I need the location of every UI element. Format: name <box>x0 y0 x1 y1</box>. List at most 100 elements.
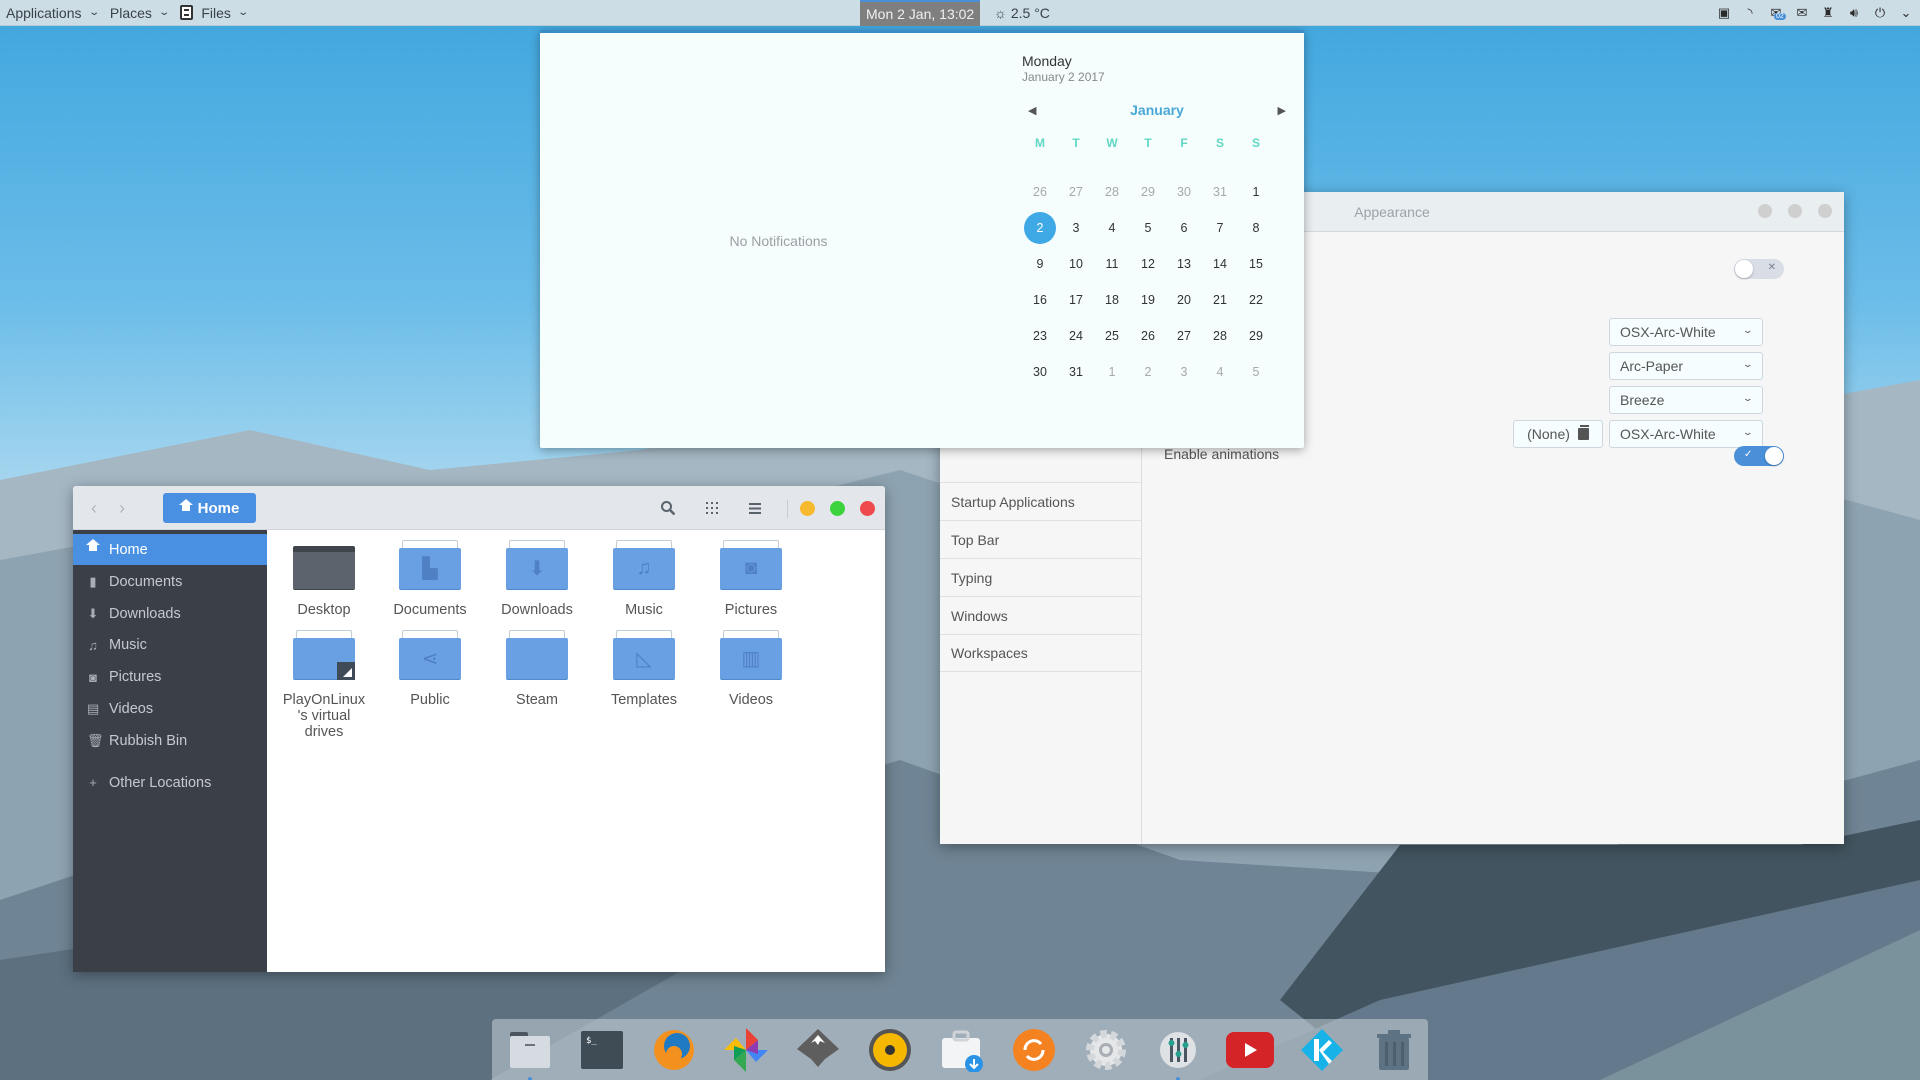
calendar-day[interactable]: 3 <box>1058 210 1094 246</box>
forward-button[interactable]: › <box>119 498 125 519</box>
sidebar-item-pictures[interactable]: ◙ Pictures <box>73 662 267 693</box>
next-month-icon[interactable]: ▶ <box>1278 104 1286 117</box>
rhythmbox-app-icon[interactable] <box>866 1026 914 1074</box>
calendar-day[interactable]: 28 <box>1094 174 1130 210</box>
power-icon[interactable]: ⏻ <box>1872 5 1888 21</box>
calendar-day[interactable]: 1 <box>1238 174 1274 210</box>
file-item[interactable]: ◙ Pictures <box>698 540 804 618</box>
calendar-day[interactable]: 26 <box>1022 174 1058 210</box>
calendar-day[interactable]: 4 <box>1202 354 1238 390</box>
cursor-theme-select[interactable]: Arc-Paper ⌄ <box>1609 352 1763 380</box>
sidebar-item-workspaces[interactable]: Workspaces <box>940 634 1141 672</box>
youtube-app-icon[interactable] <box>1226 1026 1274 1074</box>
sidebar-item-rubbish-bin[interactable]: 🗑︎ Rubbish Bin <box>73 725 267 756</box>
update-app-icon[interactable] <box>1010 1026 1058 1074</box>
view-toggle-button[interactable] <box>702 498 722 518</box>
sidebar-item-windows[interactable]: Windows <box>940 596 1141 634</box>
dark-theme-toggle[interactable]: ✕ <box>1734 259 1784 279</box>
applications-menu[interactable]: Applications ⌄ <box>0 0 104 26</box>
calendar-day[interactable]: 30 <box>1022 354 1058 390</box>
calendar-day[interactable]: 14 <box>1202 246 1238 282</box>
calendar-day[interactable]: 26 <box>1130 318 1166 354</box>
sidebar-item-typing[interactable]: Typing <box>940 558 1141 596</box>
calendar-day[interactable]: 3 <box>1166 354 1202 390</box>
calendar-day[interactable]: 23 <box>1022 318 1058 354</box>
file-item[interactable]: Desktop <box>271 540 377 618</box>
calendar-day[interactable]: 31 <box>1058 354 1094 390</box>
file-item[interactable]: ▥ Videos <box>698 630 804 708</box>
sidebar-item-videos[interactable]: ▤ Videos <box>73 694 267 725</box>
sidebar-item-home[interactable]: Home <box>73 534 267 566</box>
sidebar-item-top-bar[interactable]: Top Bar <box>940 520 1141 558</box>
calendar-day[interactable]: 19 <box>1130 282 1166 318</box>
files-app-icon[interactable] <box>506 1026 554 1080</box>
applications-theme-select[interactable]: OSX-Arc-White ⌄ <box>1609 318 1763 346</box>
radio-icon[interactable]: ▣ <box>1716 5 1732 21</box>
sidebar-item-downloads[interactable]: ⬇ Downloads <box>73 598 267 629</box>
sidebar-item-startup-applications[interactable]: Startup Applications <box>940 482 1141 520</box>
file-item[interactable]: Steam <box>484 630 590 708</box>
calendar-day[interactable]: 7 <box>1202 210 1238 246</box>
calendar-day[interactable]: 5 <box>1238 354 1274 390</box>
icons-theme-select[interactable]: Breeze ⌄ <box>1609 386 1763 414</box>
previous-month-icon[interactable]: ◀ <box>1028 104 1036 117</box>
file-item[interactable]: PlayOnLinux 's virtual drives <box>271 630 377 740</box>
files-app-menu[interactable]: Files ⌄ <box>174 0 253 26</box>
kodi-app-icon[interactable] <box>1298 1026 1346 1074</box>
close-button[interactable] <box>1818 204 1832 218</box>
calendar-day[interactable]: 27 <box>1166 318 1202 354</box>
file-item[interactable]: ▙ Documents <box>377 540 483 618</box>
firefox-app-icon[interactable] <box>650 1026 698 1074</box>
calendar-day[interactable]: 4 <box>1094 210 1130 246</box>
calendar-day[interactable]: 2 <box>1130 354 1166 390</box>
calendar-day[interactable]: 1 <box>1094 354 1130 390</box>
search-button[interactable] <box>658 498 678 518</box>
calendar-day[interactable]: 11 <box>1094 246 1130 282</box>
calendar-day[interactable]: 24 <box>1058 318 1094 354</box>
calendar-day[interactable]: 20 <box>1166 282 1202 318</box>
mail-notify-icon[interactable]: ✉02 <box>1768 5 1786 21</box>
calendar-day[interactable]: 31 <box>1202 174 1238 210</box>
trash-app-icon[interactable] <box>1370 1026 1418 1074</box>
calendar-day[interactable]: 5 <box>1130 210 1166 246</box>
calendar-day[interactable]: 29 <box>1238 318 1274 354</box>
file-item[interactable]: ♫ Music <box>591 540 697 618</box>
sidebar-item-other-locations[interactable]: + Other Locations <box>73 767 267 798</box>
volume-icon[interactable]: 🔊︎ <box>1846 5 1862 21</box>
file-item[interactable]: ◺ Templates <box>591 630 697 708</box>
calendar-day[interactable]: 17 <box>1058 282 1094 318</box>
calendar-day[interactable]: 6 <box>1166 210 1202 246</box>
calendar-day[interactable]: 16 <box>1022 282 1058 318</box>
calendar-day[interactable]: 29 <box>1130 174 1166 210</box>
calendar-day[interactable]: 12 <box>1130 246 1166 282</box>
minimize-button[interactable] <box>1758 204 1772 218</box>
menu-button[interactable] <box>745 498 765 518</box>
calendar-day[interactable]: 30 <box>1166 174 1202 210</box>
maximize-button[interactable] <box>830 501 845 516</box>
calendar-day[interactable]: 18 <box>1094 282 1130 318</box>
settings-app-icon[interactable] <box>1082 1026 1130 1074</box>
sidebar-item-documents[interactable]: ▮ Documents <box>73 566 267 597</box>
calendar-day[interactable]: 13 <box>1166 246 1202 282</box>
software-install-app-icon[interactable] <box>938 1026 986 1074</box>
files-headerbar[interactable]: ‹ › Home <box>73 486 885 530</box>
tweaks-app-icon[interactable] <box>1154 1026 1202 1080</box>
maximize-button[interactable] <box>1788 204 1802 218</box>
calendar-day[interactable]: 28 <box>1202 318 1238 354</box>
file-item[interactable]: ⬇ Downloads <box>484 540 590 618</box>
calendar-day[interactable]: 8 <box>1238 210 1274 246</box>
calendar-day[interactable]: 27 <box>1058 174 1094 210</box>
mail-icon[interactable]: ✉ <box>1794 5 1810 21</box>
calendar-day-today[interactable]: 2 <box>1022 210 1058 246</box>
shell-theme-file-button[interactable]: (None) <box>1513 420 1603 448</box>
minimize-button[interactable] <box>800 501 815 516</box>
rss-icon[interactable]: ◝ <box>1742 5 1758 21</box>
clock-button[interactable]: Mon 2 Jan, 13:02 <box>860 0 981 26</box>
lock-icon[interactable]: ♜ <box>1820 5 1836 21</box>
path-bar-home-button[interactable]: Home <box>163 493 256 523</box>
calendar-day[interactable]: 9 <box>1022 246 1058 282</box>
chevron-down-icon[interactable]: ⌄ <box>1898 5 1914 21</box>
sidebar-item-music[interactable]: ♫ Music <box>73 630 267 661</box>
calendar-day[interactable]: 10 <box>1058 246 1094 282</box>
calendar-day[interactable]: 25 <box>1094 318 1130 354</box>
